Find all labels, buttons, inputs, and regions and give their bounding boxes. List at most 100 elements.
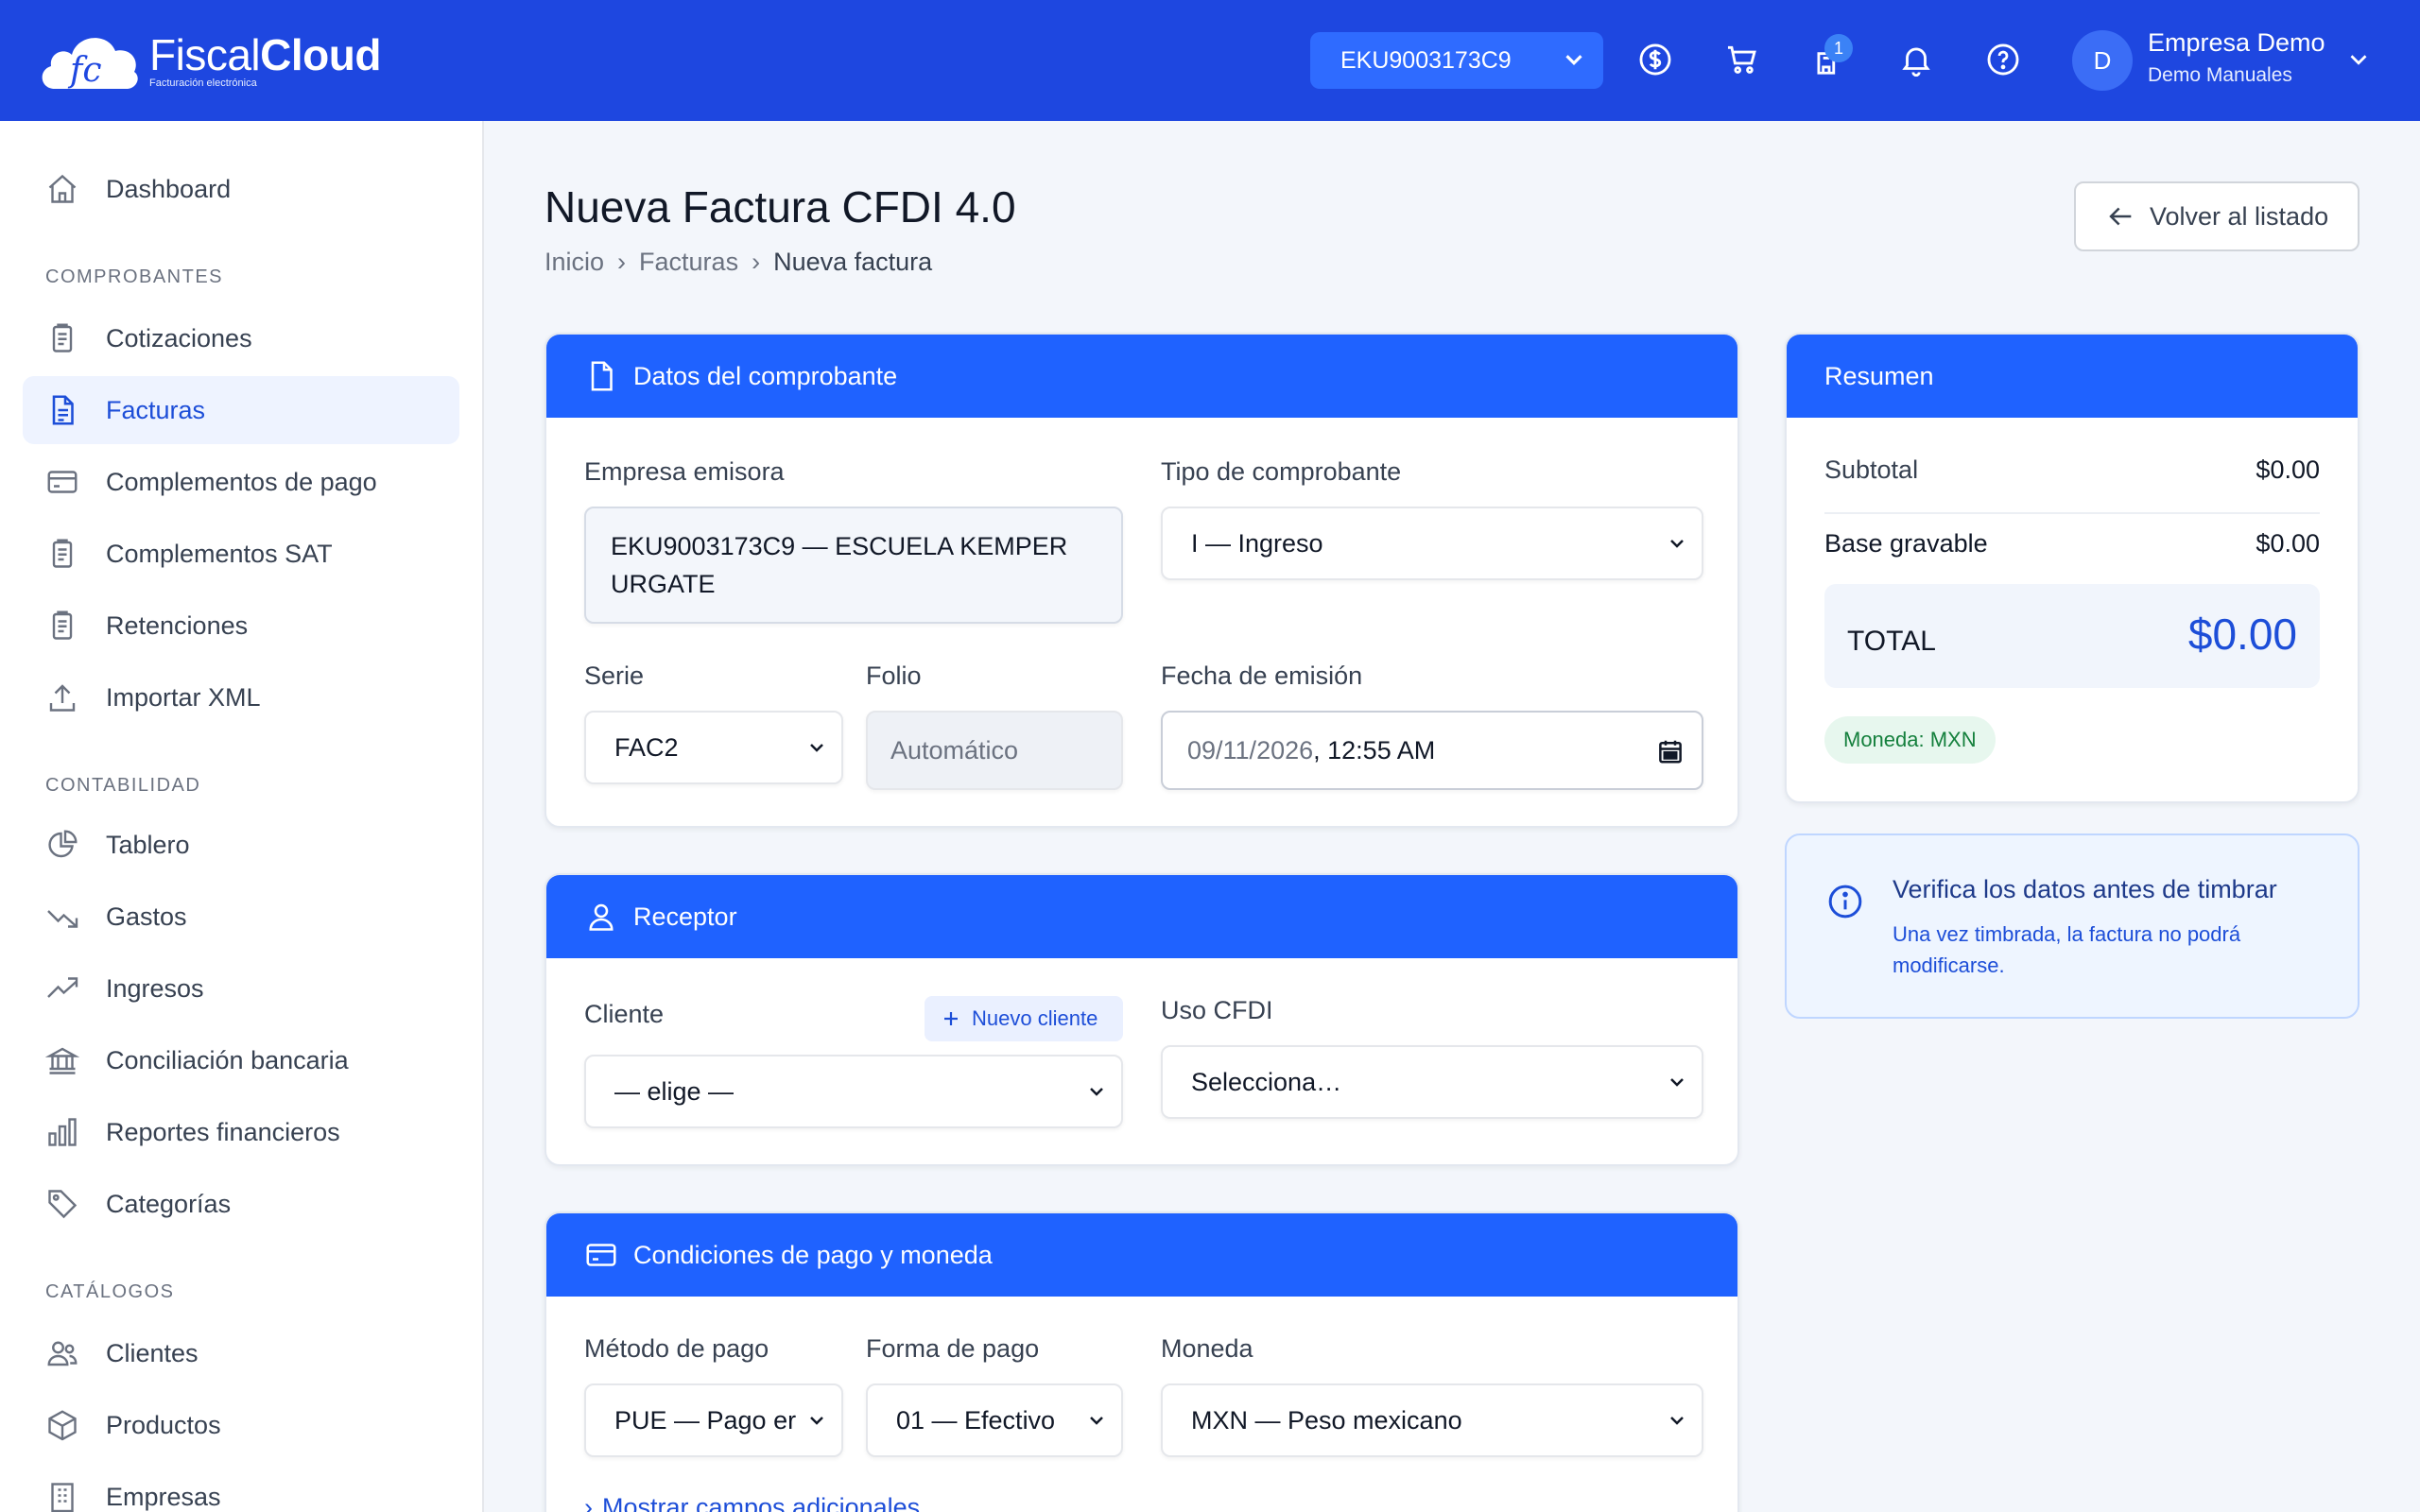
info-text: Una vez timbrada, la factura no podrá mo… [1893, 922, 2241, 977]
back-button-label: Volver al listado [2150, 201, 2329, 231]
receptor-card: Receptor Cliente Nuevo cliente — elige —… [544, 873, 1739, 1166]
cliente-select[interactable]: — elige — [584, 1055, 1123, 1128]
nuevo-cliente-button[interactable]: Nuevo cliente [925, 996, 1123, 1041]
sidebar-section-catalogos: CATÁLOGOS [45, 1281, 175, 1302]
sidebar-item-productos[interactable]: Productos [23, 1391, 459, 1459]
sidebar-item-clientes[interactable]: Clientes [23, 1319, 459, 1387]
sidebar-item-ingresos[interactable]: Ingresos [23, 954, 459, 1022]
card-title: Condiciones de pago y moneda [633, 1240, 993, 1269]
card-title: Datos del comprobante [633, 361, 898, 390]
resumen-card: Resumen Subtotal $0.00 Base gravable $0.… [1785, 333, 2360, 803]
card-title: Resumen [1824, 361, 1934, 390]
sidebar-item-retenciones[interactable]: Retenciones [23, 592, 459, 660]
tipo-comprobante-value: I — Ingreso [1191, 528, 1323, 558]
sidebar-item-label: Productos [106, 1410, 221, 1439]
sidebar-item-gastos[interactable]: Gastos [23, 883, 459, 951]
home-icon [45, 172, 79, 206]
upload-icon [45, 680, 79, 714]
base-gravable-row: Base gravable $0.00 [1824, 529, 2320, 558]
forma-pago-label: Forma de pago [866, 1334, 1040, 1363]
folio-label: Folio [866, 662, 922, 690]
bell-icon[interactable] [1894, 38, 1938, 81]
mostrar-campos-link[interactable]: › Mostrar campos adicionales [584, 1493, 920, 1512]
credit-card-icon [586, 1244, 616, 1266]
empresa-emisora-value: URGATE [611, 570, 716, 598]
bar-chart-icon [45, 1115, 79, 1149]
chevron-down-icon [810, 744, 823, 752]
sidebar-item-importar-xml[interactable]: Importar XML [23, 663, 459, 731]
uso-cfdi-label: Uso CFDI [1161, 996, 1273, 1024]
breadcrumb-separator: › [752, 248, 761, 276]
metodo-pago-select[interactable]: PUE — Pago er [584, 1383, 843, 1457]
empresa-emisora-field[interactable]: EKU9003173C9 — ESCUELA KEMPER URGATE [584, 507, 1123, 624]
folio-input[interactable]: Automático [866, 711, 1123, 790]
calendar-icon[interactable] [1656, 737, 1685, 765]
subtotal-row: Subtotal $0.00 [1824, 455, 2320, 485]
sidebar-item-label: Complementos de pago [106, 467, 377, 496]
empresa-emisora-label: Empresa emisora [584, 457, 785, 486]
user-name[interactable]: Empresa Demo [2148, 28, 2325, 58]
forma-pago-select[interactable]: 01 — Efectivo [866, 1383, 1123, 1457]
info-icon [1828, 885, 1862, 919]
pago-card-header: Condiciones de pago y moneda [546, 1213, 1737, 1297]
moneda-select[interactable]: MXN — Peso mexicano [1161, 1383, 1703, 1457]
org-selector[interactable]: EKU9003173C9 [1310, 32, 1603, 89]
clipboard-icon [45, 609, 79, 643]
trending-down-icon [45, 900, 79, 934]
sidebar-item-dashboard[interactable]: Dashboard [23, 155, 459, 223]
empresa-emisora-value: EKU9003173C9 — ESCUELA KEMPER [611, 532, 1068, 560]
chevron-down-icon[interactable] [2344, 45, 2373, 74]
breadcrumb-inicio[interactable]: Inicio [544, 248, 604, 277]
brand-logo[interactable]: fc FiscalCloud Facturación electrónica [36, 26, 381, 94]
chevron-down-icon [1670, 540, 1684, 548]
sidebar-item-cotizaciones[interactable]: Cotizaciones [23, 304, 459, 372]
user-icon [589, 903, 614, 931]
tipo-comprobante-label: Tipo de comprobante [1161, 457, 1402, 486]
forma-pago-value: 01 — Efectivo [896, 1405, 1056, 1435]
help-icon[interactable] [1981, 38, 2025, 81]
clipboard-icon [45, 537, 79, 571]
sidebar-item-label: Cotizaciones [106, 323, 252, 352]
sidebar-item-label: Gastos [106, 902, 187, 931]
currency-icon[interactable] [1634, 38, 1677, 81]
more-link-label: Mostrar campos adicionales [602, 1493, 921, 1512]
cart-icon[interactable] [1720, 38, 1764, 81]
sidebar-item-facturas[interactable]: Facturas [23, 376, 459, 444]
sidebar-item-tablero[interactable]: Tablero [23, 811, 459, 879]
sidebar-item-complementos-pago[interactable]: Complementos de pago [23, 448, 459, 516]
sidebar-item-conciliacion[interactable]: Conciliación bancaria [23, 1026, 459, 1094]
sidebar-item-label: Facturas [106, 395, 206, 424]
resumen-card-header: Resumen [1787, 335, 2358, 418]
trending-up-icon [45, 971, 79, 1005]
building-icon [45, 1480, 79, 1512]
sidebar-item-label: Categorías [106, 1189, 232, 1218]
fecha-date-value: 09/11/2026 [1187, 735, 1314, 765]
pago-card: Condiciones de pago y moneda Método de p… [544, 1211, 1739, 1512]
uso-cfdi-select[interactable]: Selecciona… [1161, 1045, 1703, 1119]
subtotal-label: Subtotal [1824, 455, 1919, 484]
metodo-pago-label: Método de pago [584, 1334, 769, 1363]
tipo-comprobante-select[interactable]: I — Ingreso [1161, 507, 1703, 580]
top-bar: fc FiscalCloud Facturación electrónica E… [0, 0, 2420, 121]
fecha-emision-input[interactable]: 09/11/2026, 12:55 AM [1161, 711, 1703, 790]
clipboard-icon [45, 321, 79, 355]
sidebar-item-empresas[interactable]: Empresas [23, 1463, 459, 1512]
breadcrumb-facturas[interactable]: Facturas [639, 248, 738, 277]
info-title: Verifica los datos antes de timbrar [1893, 875, 2277, 903]
chevron-down-icon [1670, 1078, 1684, 1087]
back-to-list-button[interactable]: Volver al listado [2074, 181, 2360, 251]
org-selector-value: EKU9003173C9 [1340, 46, 1512, 74]
brand-name: FiscalCloud [149, 30, 381, 79]
comprobante-card-header: Datos del comprobante [546, 335, 1737, 418]
chevron-right-icon: › [584, 1493, 593, 1512]
notification-badge: 1 [1824, 34, 1853, 62]
sidebar-item-complementos-sat[interactable]: Complementos SAT [23, 520, 459, 588]
sidebar-item-categorias[interactable]: Categorías [23, 1170, 459, 1238]
pie-chart-icon [45, 828, 79, 862]
avatar[interactable]: D [2072, 30, 2133, 91]
serie-select[interactable]: FAC2 [584, 711, 843, 784]
chevron-down-icon [1090, 1088, 1103, 1096]
chevron-down-icon [1565, 55, 1582, 65]
sidebar-item-reportes[interactable]: Reportes financieros [23, 1098, 459, 1166]
sidebar-item-label: Clientes [106, 1338, 199, 1367]
